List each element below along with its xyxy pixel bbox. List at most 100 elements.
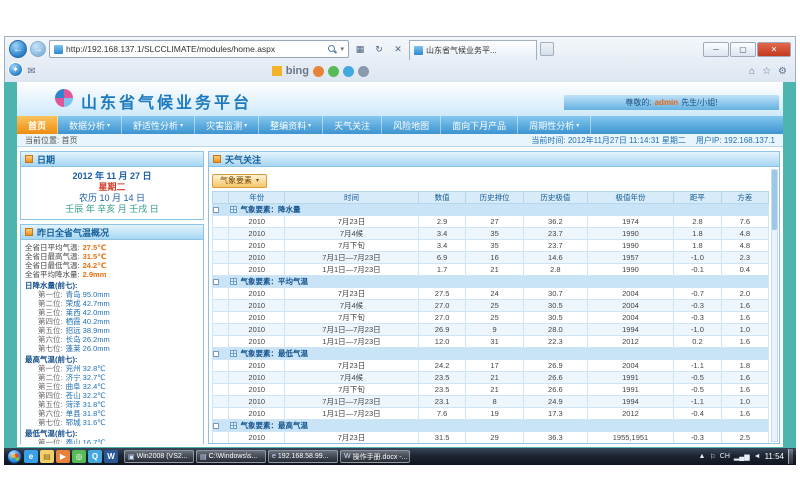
ranking-item[interactable]: 第一位:青岛 95.0mm (25, 290, 199, 299)
table-row[interactable]: 20107月4候23.52126.61991-0.51.6 (213, 371, 769, 383)
bing-label[interactable]: bing (286, 65, 309, 77)
tray-expand-icon[interactable]: ▲ (699, 453, 706, 460)
task-button[interactable]: e192.168.58.99... (268, 450, 338, 463)
table-row[interactable]: 20107月下旬3.43523.719901.84.8 (213, 239, 769, 251)
nav-item[interactable]: 数据分析▾ (58, 116, 122, 134)
network-icon[interactable]: ▂▄▆ (734, 453, 750, 461)
minimize-button[interactable]: ─ (703, 42, 729, 57)
table-row[interactable]: 20107月下旬27.02530.52004-0.31.6 (213, 311, 769, 323)
ie-icon[interactable]: e (24, 450, 38, 463)
table-row[interactable]: 20107月1日—7月23日23.1824.91994-1.11.0 (213, 395, 769, 407)
row-select-cell[interactable] (213, 323, 229, 335)
section-select-cell[interactable] (213, 347, 229, 359)
forward-button[interactable]: → (30, 41, 46, 57)
media-player-icon[interactable]: ▶ (56, 450, 70, 463)
nav-item[interactable]: 面向下月产品 (441, 116, 518, 134)
ranking-item[interactable]: 第一位:兖州 32.8℃ (25, 364, 199, 373)
maximize-button[interactable]: ▢ (730, 42, 756, 57)
compatibility-view-icon[interactable]: ▦ (352, 40, 368, 58)
table-row[interactable]: 20107月1日—7月23日6.91614.61957-1.02.3 (213, 251, 769, 263)
checkbox-icon[interactable] (213, 279, 219, 285)
ranking-item[interactable]: 第七位:郓城 31.6℃ (25, 418, 199, 427)
show-desktop-button[interactable] (788, 449, 793, 464)
row-select-cell[interactable] (213, 251, 229, 263)
nav-item[interactable]: 舒适性分析▾ (122, 116, 195, 134)
table-row[interactable]: 20107月4候27.02530.52004-0.31.6 (213, 299, 769, 311)
table-row[interactable]: 20107月23日31.52936.31955,1951-0.32.5 (213, 431, 769, 443)
stop-icon[interactable]: ✕ (390, 40, 406, 58)
toolbar-plugin-icon[interactable] (328, 66, 339, 77)
refresh-icon[interactable]: ↻ (371, 40, 387, 58)
task-button[interactable]: ▣Win2008 (VS2... (124, 450, 194, 463)
table-row[interactable]: 20107月1日—7月23日26.9928.01994-1.01.0 (213, 323, 769, 335)
word-icon[interactable]: W (104, 450, 118, 463)
ranking-item[interactable]: 第三位:曲阜 32.4℃ (25, 382, 199, 391)
table-row[interactable]: 20107月23日27.52430.72004-0.72.0 (213, 287, 769, 299)
back-button[interactable]: ← (9, 40, 27, 58)
table-row[interactable]: 20101月1日—7月23日12.03122.320120.21.6 (213, 335, 769, 347)
ranking-item[interactable]: 第一位:泰山 16.7℃ (25, 438, 199, 444)
expand-icon[interactable] (230, 206, 237, 213)
scrollbar-thumb[interactable] (772, 170, 777, 230)
table-section-row[interactable]: 气象要素：最低气温 (213, 347, 769, 359)
table-row[interactable]: 20107月23日24.21726.92004-1.11.8 (213, 359, 769, 371)
ranking-item[interactable]: 第六位:长岛 26.2mm (25, 335, 199, 344)
row-select-cell[interactable] (213, 227, 229, 239)
table-section-row[interactable]: 气象要素：平均气温 (213, 275, 769, 287)
volume-icon[interactable]: ◄ (754, 453, 761, 461)
address-url[interactable]: http://192.168.137.1/SLCCLIMATE/modules/… (66, 44, 324, 54)
search-icon[interactable] (327, 44, 337, 54)
new-tab-button[interactable] (540, 42, 554, 56)
table-row[interactable]: 20101月1日—7月23日1.7212.81990-0.10.4 (213, 263, 769, 275)
ranking-item[interactable]: 第六位:单县 31.8℃ (25, 409, 199, 418)
expand-icon[interactable] (230, 278, 237, 285)
row-select-cell[interactable] (213, 407, 229, 419)
row-select-cell[interactable] (213, 239, 229, 251)
row-select-cell[interactable] (213, 311, 229, 323)
section-select-cell[interactable] (213, 275, 229, 287)
row-select-cell[interactable] (213, 287, 229, 299)
row-select-cell[interactable] (213, 263, 229, 275)
ranking-item[interactable]: 第二位:济宁 32.7℃ (25, 373, 199, 382)
nav-item[interactable]: 周期性分析▾ (518, 116, 591, 134)
nav-item[interactable]: 天气关注 (323, 116, 382, 134)
task-button[interactable]: ▤C:\Windows\s... (196, 450, 266, 463)
ranking-item[interactable]: 第五位:招远 38.9mm (25, 326, 199, 335)
float-widget-icon[interactable]: ✦ (8, 62, 23, 77)
table-row[interactable]: 20107月23日2.92736.219742.87.6 (213, 215, 769, 227)
checkbox-icon[interactable] (213, 423, 219, 429)
table-section-row[interactable]: 气象要素：降水量 (213, 203, 769, 215)
element-filter-button[interactable]: 气象要素 ▾ (212, 174, 267, 188)
nav-item[interactable]: 首页 (17, 116, 58, 134)
checkbox-icon[interactable] (213, 351, 219, 357)
settings-gear-icon[interactable]: ⚙ (778, 66, 787, 77)
start-button[interactable] (7, 449, 22, 464)
nav-item[interactable]: 灾害监测▾ (195, 116, 259, 134)
expand-icon[interactable] (230, 350, 237, 357)
home-icon[interactable]: ⌂ (749, 66, 755, 77)
toolbar-plugin-icon[interactable] (313, 66, 324, 77)
row-select-cell[interactable] (213, 431, 229, 443)
mail-icon[interactable]: ✉ (27, 66, 35, 77)
ranking-item[interactable]: 第五位:菏泽 31.8℃ (25, 400, 199, 409)
row-select-cell[interactable] (213, 359, 229, 371)
toolbar-plugin-icon[interactable] (343, 66, 354, 77)
row-select-cell[interactable] (213, 371, 229, 383)
explorer-folder-icon[interactable]: ▤ (40, 450, 54, 463)
favorites-star-icon[interactable]: ☆ (762, 66, 771, 77)
table-row[interactable]: 20107月下旬23.52126.61991-0.51.6 (213, 383, 769, 395)
clock[interactable]: 11:54 (765, 452, 784, 461)
ranking-item[interactable]: 第四位:苍山 32.2℃ (25, 391, 199, 400)
close-button[interactable]: ✕ (757, 42, 791, 57)
row-select-cell[interactable] (213, 395, 229, 407)
section-select-cell[interactable] (213, 203, 229, 215)
address-bar[interactable]: http://192.168.137.1/SLCCLIMATE/modules/… (49, 40, 349, 58)
nav-item[interactable]: 整编资料▾ (259, 116, 323, 134)
scrollbar[interactable] (771, 169, 778, 442)
ranking-item[interactable]: 第四位:栖霞 40.2mm (25, 317, 199, 326)
browser-tab[interactable]: 山东省气候业务平... (409, 40, 537, 60)
table-row[interactable]: 20101月1日—7月23日7.61917.32012-0.41.6 (213, 407, 769, 419)
ranking-item[interactable]: 第七位:蓬莱 26.0mm (25, 344, 199, 353)
expand-icon[interactable] (230, 422, 237, 429)
ranking-item[interactable]: 第三位:莱西 42.0mm (25, 308, 199, 317)
